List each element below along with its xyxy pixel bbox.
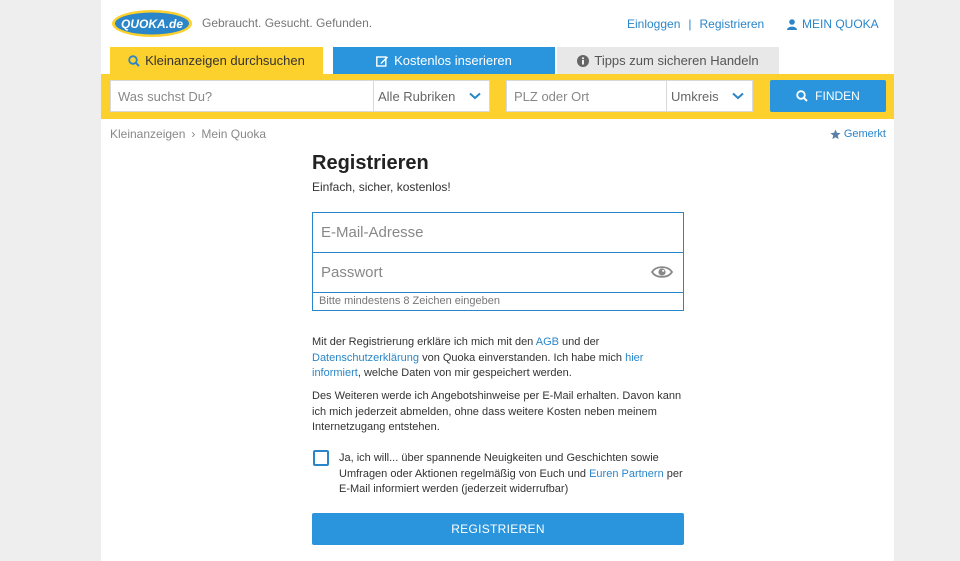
breadcrumb-separator: ›	[191, 127, 196, 141]
link-separator: |	[688, 17, 692, 31]
breadcrumb-item-kleinanzeigen[interactable]: Kleinanzeigen	[110, 127, 185, 141]
search-input[interactable]: Was suchst Du?	[110, 80, 374, 112]
register-submit-button[interactable]: REGISTRIEREN	[312, 513, 684, 545]
email-placeholder: E-Mail-Adresse	[321, 224, 424, 241]
category-value: Alle Rubriken	[378, 88, 456, 104]
tab-search-ads[interactable]: Kleinanzeigen durchsuchen	[110, 47, 323, 74]
tab-post-ad[interactable]: Kostenlos inserieren	[333, 47, 555, 74]
tab-safety-tips[interactable]: Tipps zum sicheren Handeln	[557, 47, 779, 74]
login-link[interactable]: Einloggen	[627, 17, 680, 31]
page-subtitle: Einfach, sicher, kostenlos!	[312, 180, 451, 194]
search-placeholder: Was suchst Du?	[118, 88, 213, 104]
privacy-policy-link[interactable]: Datenschutzerklärung	[312, 352, 419, 364]
mein-quoka-label: MEIN QUOKA	[802, 17, 879, 31]
mein-quoka-link[interactable]: MEIN QUOKA	[787, 17, 879, 31]
password-placeholder: Passwort	[321, 264, 383, 281]
info-icon	[577, 54, 590, 67]
page-container: QUOKA.de Gebraucht. Gesucht. Gefunden. E…	[101, 0, 894, 561]
star-icon	[830, 128, 841, 139]
tab-label: Kostenlos inserieren	[394, 53, 512, 68]
search-icon	[796, 90, 808, 102]
radius-value: Umkreis	[671, 88, 719, 104]
search-bar: Was suchst Du? Alle Rubriken PLZ oder Or…	[101, 74, 894, 119]
radius-select[interactable]: Umkreis	[666, 80, 753, 112]
quoka-logo[interactable]: QUOKA.de	[111, 9, 193, 38]
register-submit-label: REGISTRIEREN	[451, 522, 545, 536]
agb-link[interactable]: AGB	[536, 336, 559, 348]
page-title: Registrieren	[312, 152, 429, 174]
breadcrumb-item-mein-quoka[interactable]: Mein Quoka	[201, 127, 266, 141]
password-hint: Bitte mindestens 8 Zeichen eingeben	[319, 295, 501, 307]
find-label: FINDEN	[815, 89, 860, 103]
account-links: Einloggen | Registrieren	[627, 17, 764, 31]
bookmarks-link[interactable]: Gemerkt	[830, 128, 886, 140]
user-icon	[787, 18, 797, 30]
location-placeholder: PLZ oder Ort	[514, 88, 590, 104]
bookmarks-label: Gemerkt	[843, 128, 886, 140]
edit-icon	[376, 55, 389, 67]
chevron-down-icon	[469, 92, 481, 100]
search-icon	[128, 54, 140, 67]
tagline: Gebraucht. Gesucht. Gefunden.	[202, 16, 373, 30]
tab-label: Tipps zum sicheren Handeln	[594, 53, 759, 68]
location-input[interactable]: PLZ oder Ort	[506, 80, 667, 112]
register-link[interactable]: Registrieren	[700, 17, 765, 31]
partners-link[interactable]: Euren Partnern	[589, 468, 664, 480]
breadcrumb: Kleinanzeigen › Mein Quoka	[110, 127, 266, 141]
email-field[interactable]: E-Mail-Adresse	[313, 213, 683, 253]
eye-icon[interactable]	[651, 264, 673, 280]
password-field[interactable]: Passwort	[313, 253, 683, 293]
legal-consent-text: Mit der Registrierung erkläre ich mich m…	[312, 336, 644, 379]
newsletter-checkbox[interactable]	[313, 450, 329, 466]
tab-label: Kleinanzeigen durchsuchen	[145, 53, 305, 68]
registration-fields: E-Mail-Adresse Passwort Bitte mindestens…	[312, 212, 684, 311]
category-select[interactable]: Alle Rubriken	[373, 80, 490, 112]
find-button[interactable]: FINDEN	[770, 80, 886, 112]
chevron-down-icon	[732, 92, 744, 100]
newsletter-consent-text: Ja, ich will... über spannende Neuigkeit…	[339, 452, 683, 495]
offers-notice-text: Des Weiteren werde ich Angebotshinweise …	[312, 390, 682, 433]
logo-text: QUOKA.de	[121, 17, 183, 31]
